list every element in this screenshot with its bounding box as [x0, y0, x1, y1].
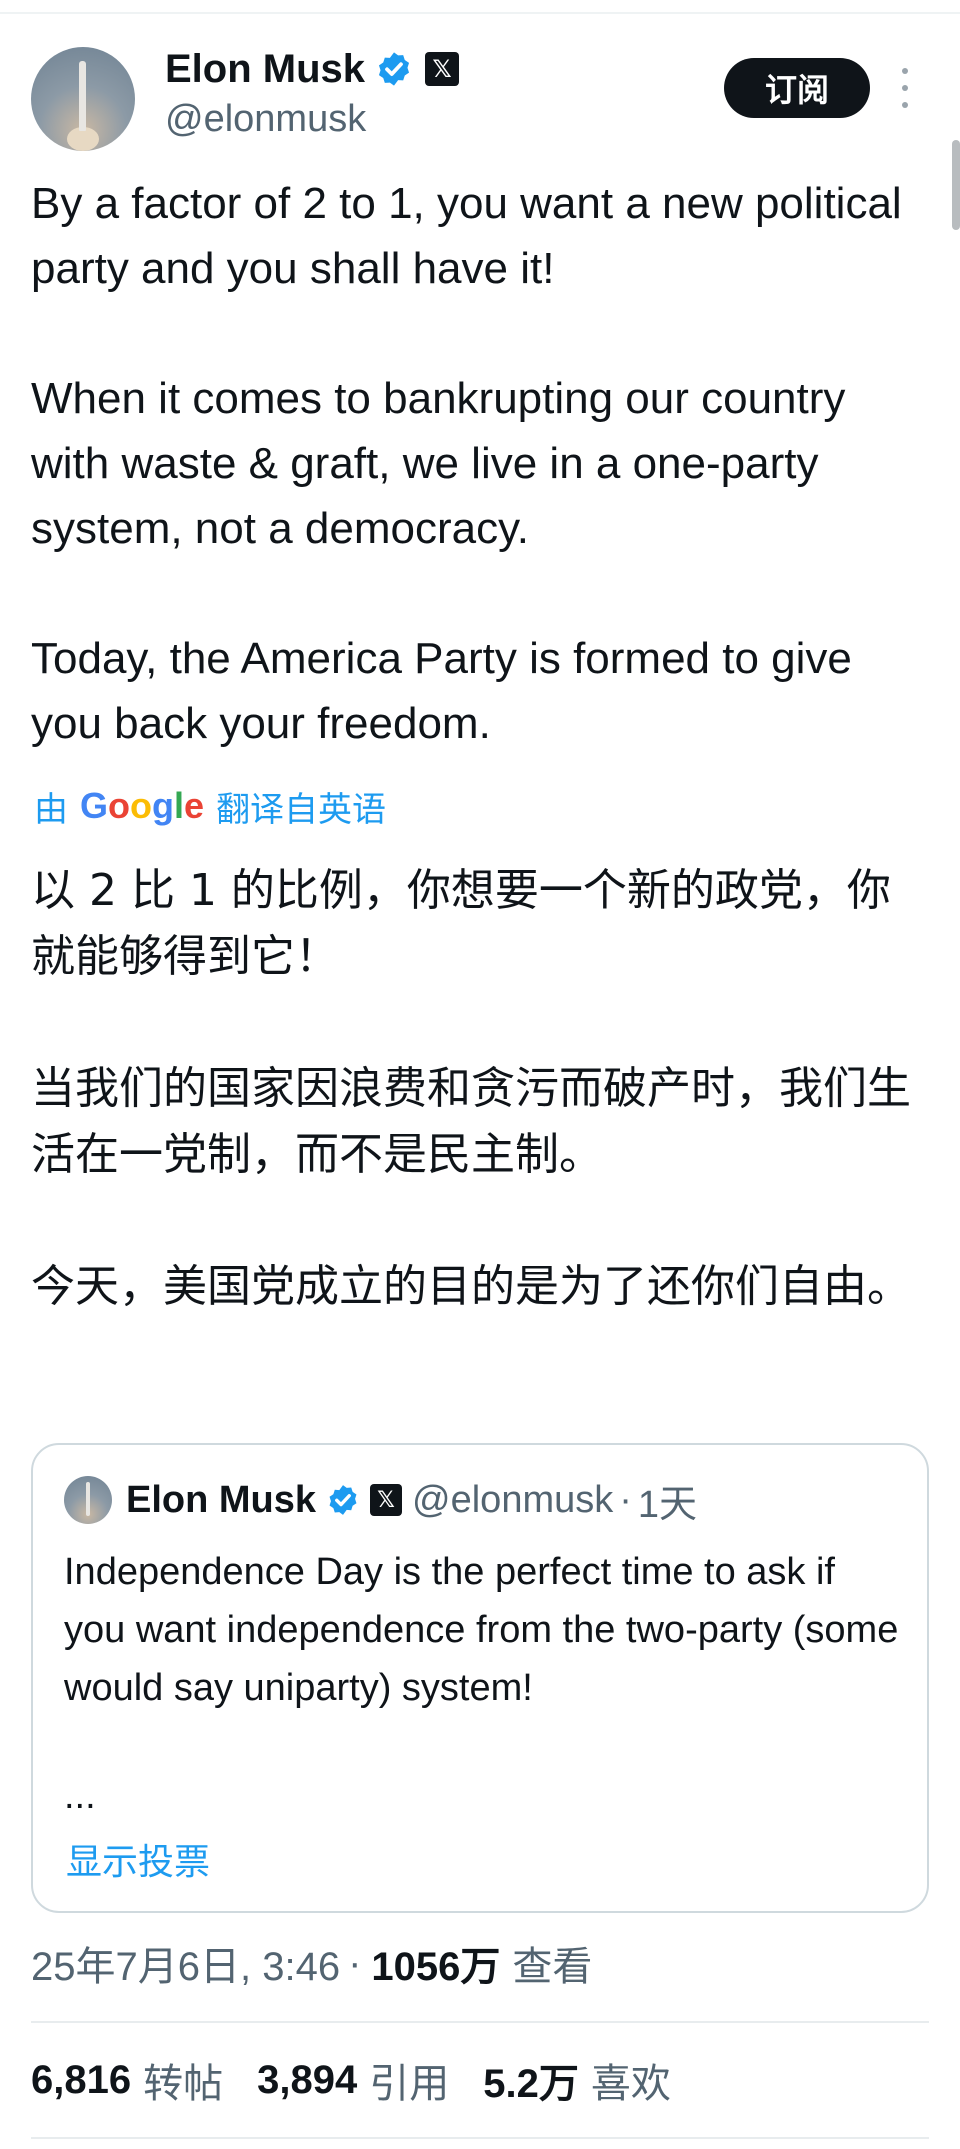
views-count: 1056万 [371, 1945, 501, 1989]
quoted-tweet-header: Elon Musk 𝕏 @elonmusk · 1天 [64, 1473, 697, 1527]
google-logo: Google [80, 785, 205, 826]
tweet-paragraph: By a factor of 2 to 1, you want a new po… [31, 179, 902, 293]
likes-count[interactable]: 5.2万 [483, 2051, 579, 2109]
likes-label[interactable]: 喜欢 [591, 2051, 671, 2109]
show-poll-link[interactable]: 显示投票 [66, 1833, 210, 1885]
avatar-rocket [79, 61, 86, 131]
quoted-separator: · [619, 1478, 632, 1521]
author-avatar[interactable] [31, 47, 135, 151]
quoted-author-name[interactable]: Elon Musk [126, 1479, 316, 1522]
translated-paragraph: 今天，美国党成立的目的是为了还你们自由。 [31, 1261, 911, 1312]
translated-paragraph: 以 2 比 1 的比例，你想要一个新的政党，你就能够得到它！ [31, 865, 891, 982]
reposts-count[interactable]: 6,816 [31, 2058, 131, 2103]
quoted-tweet-card[interactable]: Elon Musk 𝕏 @elonmusk · 1天 Independence … [31, 1443, 929, 1913]
quoted-timestamp[interactable]: 1天 [638, 1473, 697, 1528]
quoted-tweet-text: Independence Day is the perfect time to … [64, 1551, 899, 1709]
reposts-label[interactable]: 转帖 [143, 2051, 223, 2109]
subscribe-button[interactable]: 订阅 [724, 58, 870, 118]
quoted-author-handle[interactable]: @elonmusk [412, 1479, 613, 1522]
divider [31, 2021, 929, 2023]
author-name[interactable]: Elon Musk [165, 47, 365, 92]
views-label: 查看 [512, 1945, 593, 1989]
author-handle[interactable]: @elonmusk [165, 98, 366, 141]
engagement-stats: 6,816 转帖 3,894 引用 5.2万 喜欢 [31, 2052, 671, 2108]
translation-suffix: 翻译自英语 [216, 790, 387, 829]
divider [31, 2137, 929, 2139]
tweet-paragraph: Today, the America Party is formed to gi… [31, 634, 852, 748]
quoted-author-avatar[interactable] [64, 1476, 112, 1524]
quotes-count[interactable]: 3,894 [257, 2058, 357, 2103]
quotes-label[interactable]: 引用 [369, 2051, 449, 2109]
tweet-datetime[interactable]: 25年7月6日, 3:46 [31, 1934, 340, 1992]
quoted-ellipsis: ... [64, 1775, 96, 1817]
tweet-paragraph: When it comes to bankrupting our country… [31, 374, 846, 553]
top-divider [0, 0, 960, 14]
tweet-meta: 25年7月6日, 3:46 · 1056万 查看 [31, 1935, 592, 1991]
verified-badge-icon [378, 52, 410, 86]
translated-paragraph: 当我们的国家因浪费和贪污而破产时，我们生活在一党制，而不是民主制。 [31, 1063, 911, 1180]
meta-separator: · [348, 1940, 362, 1985]
author-name-row: Elon Musk 𝕏 [165, 44, 460, 94]
x-logo-icon: 𝕏 [370, 1484, 403, 1516]
translated-body: 以 2 比 1 的比例，你想要一个新的政党，你就能够得到它！ 当我们的国家因浪费… [31, 858, 911, 1320]
verified-badge-icon [329, 1485, 357, 1515]
scrollbar-thumb[interactable] [952, 140, 960, 230]
tweet-header: Elon Musk 𝕏 @elonmusk 订阅 [31, 42, 931, 152]
translation-prefix: 由 [34, 790, 68, 829]
more-options-icon[interactable] [899, 68, 911, 108]
translation-attribution[interactable]: 由 Google 翻译自英语 [34, 778, 386, 834]
tweet-body: By a factor of 2 to 1, you want a new po… [31, 171, 931, 756]
x-logo-icon: 𝕏 [425, 52, 460, 86]
